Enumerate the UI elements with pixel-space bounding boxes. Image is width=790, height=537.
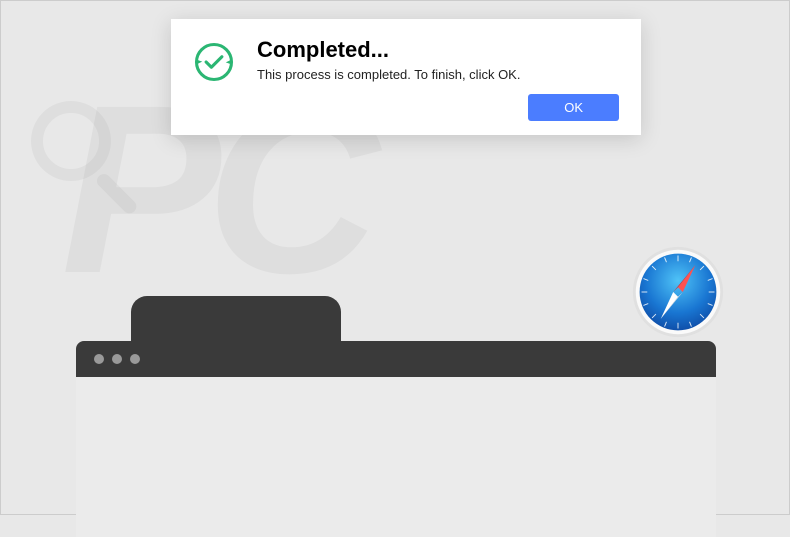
dialog-actions: OK xyxy=(257,94,619,121)
traffic-light-dot xyxy=(130,354,140,364)
browser-tab-bar xyxy=(76,296,716,341)
safari-icon xyxy=(630,244,726,340)
checkmark-refresh-icon xyxy=(193,41,235,83)
traffic-light-dot xyxy=(94,354,104,364)
dialog-content: Completed... This process is completed. … xyxy=(257,37,619,121)
watermark-magnify-icon xyxy=(31,101,151,221)
completion-dialog: Completed... This process is completed. … xyxy=(171,19,641,135)
browser-titlebar xyxy=(76,341,716,377)
traffic-light-dot xyxy=(112,354,122,364)
dialog-message: This process is completed. To finish, cl… xyxy=(257,67,619,82)
dialog-title: Completed... xyxy=(257,37,619,63)
browser-window xyxy=(76,296,716,514)
browser-viewport xyxy=(76,377,716,537)
browser-tab xyxy=(131,296,341,341)
ok-button[interactable]: OK xyxy=(528,94,619,121)
